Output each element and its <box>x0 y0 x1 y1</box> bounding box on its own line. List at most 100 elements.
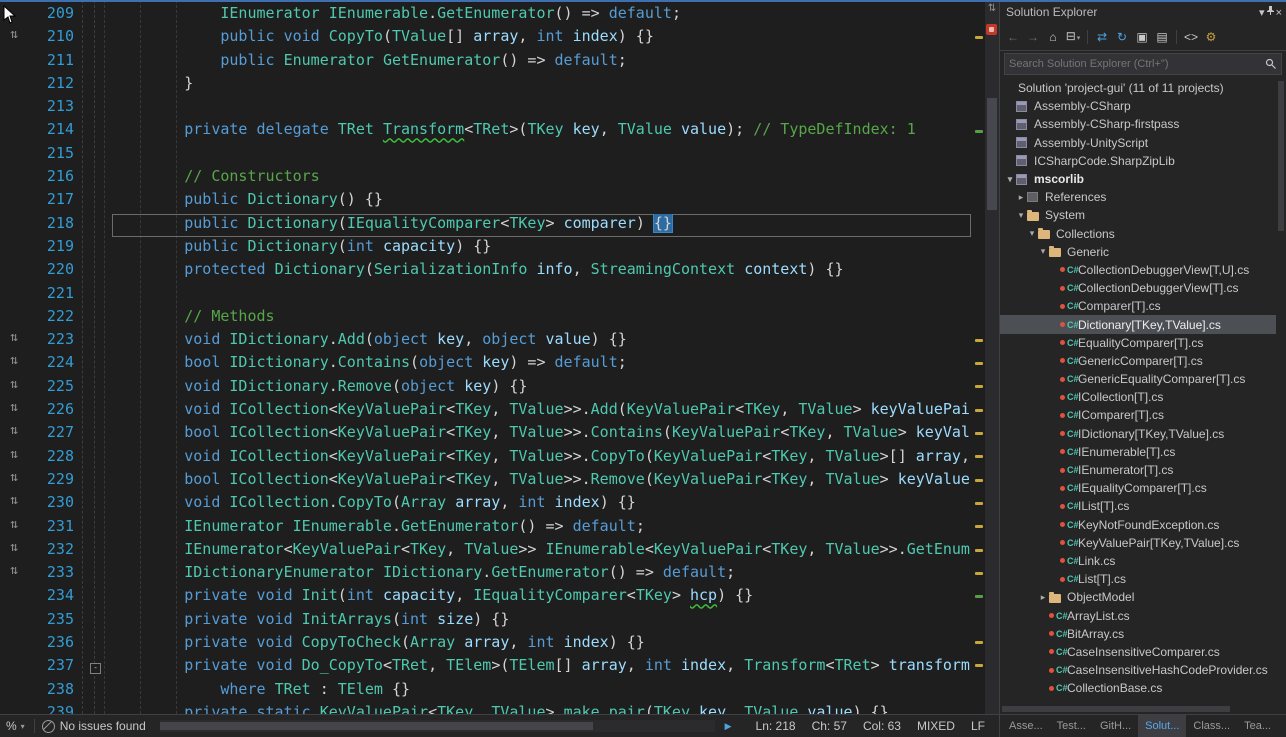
code-line[interactable]: 221 <box>0 284 971 307</box>
tree-item-file[interactable]: C#ICollection[T].cs <box>1000 388 1286 406</box>
member-indicator-icon[interactable]: ⇅ <box>0 563 28 586</box>
tree-item-folder[interactable]: ▸ObjectModel <box>1000 588 1286 606</box>
code-line[interactable]: 218 public Dictionary(IEqualityComparer<… <box>0 214 971 237</box>
code-text[interactable]: private void CopyToCheck(Array array, in… <box>112 633 971 656</box>
panel-title-bar[interactable]: Solution Explorer ▾× <box>1000 0 1286 24</box>
tree-item-file[interactable]: C#ArrayList.cs <box>1000 606 1286 624</box>
copy-icon[interactable]: ▣ <box>1133 27 1151 47</box>
code-text[interactable]: bool ICollection<KeyValuePair<TKey, TVal… <box>112 470 971 493</box>
gutter-margin[interactable] <box>0 307 28 330</box>
panel-vertical-scrollbar[interactable] <box>1276 77 1286 704</box>
member-indicator-icon[interactable]: ⇅ <box>0 353 28 376</box>
member-indicator-icon[interactable]: ⇅ <box>0 517 28 540</box>
code-line[interactable]: 238 where TRet : TElem {} <box>0 680 971 703</box>
pin-icon[interactable] <box>1265 7 1276 19</box>
options-wrench-icon[interactable]: ⚙ <box>1202 27 1220 47</box>
search-input[interactable] <box>1005 58 1265 70</box>
member-indicator-icon[interactable]: ⇅ <box>0 27 28 50</box>
close-icon[interactable]: × <box>1276 7 1282 19</box>
tool-window-tab[interactable]: Test... <box>1050 715 1093 737</box>
code-text[interactable]: private delegate TRet Transform<TRet>(TK… <box>112 120 971 143</box>
split-editor-handle[interactable]: ⇅ <box>986 3 998 14</box>
tool-window-tab[interactable]: Tea... <box>1237 715 1278 737</box>
code-text[interactable]: public Dictionary() {} <box>112 190 971 213</box>
code-line[interactable]: 212 } <box>0 74 971 97</box>
issues-status[interactable]: No issues found <box>60 719 146 733</box>
scroll-right-arrow-icon[interactable]: ▶ <box>725 721 732 732</box>
code-line[interactable]: ⇅228 void ICollection<KeyValuePair<TKey,… <box>0 447 971 470</box>
tool-window-tab[interactable]: Solut... <box>1138 715 1186 737</box>
gutter-margin[interactable] <box>0 703 28 714</box>
code-text[interactable]: // Constructors <box>112 167 971 190</box>
code-line[interactable]: 236 private void CopyToCheck(Array array… <box>0 633 971 656</box>
gutter-margin[interactable] <box>0 120 28 143</box>
tree-item-folder[interactable]: ▾Generic <box>1000 243 1286 261</box>
member-indicator-icon[interactable]: ⇅ <box>0 540 28 563</box>
code-line[interactable]: 239 private static KeyValuePair<TKey, TV… <box>0 703 971 714</box>
code-line[interactable]: ⇅227 bool ICollection<KeyValuePair<TKey,… <box>0 423 971 446</box>
code-line[interactable]: ⇅231 IEnumerator IEnumerable.GetEnumerat… <box>0 517 971 540</box>
tree-item-file[interactable]: C#CollectionBase.cs <box>1000 679 1286 697</box>
gutter-margin[interactable] <box>0 144 28 167</box>
code-line[interactable]: ⇅225 void IDictionary.Remove(object key)… <box>0 377 971 400</box>
code-text[interactable]: void ICollection<KeyValuePair<TKey, TVal… <box>112 447 971 470</box>
code-text[interactable]: IEnumerator IEnumerable.GetEnumerator() … <box>112 4 971 27</box>
collapse-all-icon[interactable]: ⊟▾ <box>1064 26 1082 49</box>
tree-item-file[interactable]: C#Link.cs <box>1000 552 1286 570</box>
member-indicator-icon[interactable]: ⇅ <box>0 377 28 400</box>
code-line[interactable]: ⇅224 bool IDictionary.Contains(object ke… <box>0 353 971 376</box>
tree-item-folder[interactable]: ▾Collections <box>1000 225 1286 243</box>
code-text[interactable]: // Methods <box>112 307 971 330</box>
gutter-margin[interactable] <box>0 97 28 120</box>
member-indicator-icon[interactable]: ⇅ <box>0 447 28 470</box>
member-indicator-icon[interactable]: ⇅ <box>0 400 28 423</box>
code-text[interactable]: where TRet : TElem {} <box>112 680 971 703</box>
tree-item-file[interactable]: C#GenericComparer[T].cs <box>1000 352 1286 370</box>
tool-window-tab[interactable]: Class... <box>1186 715 1237 737</box>
tree-item-file[interactable]: C#IEnumerable[T].cs <box>1000 443 1286 461</box>
sync-with-active-document-icon[interactable]: ⇄ <box>1093 27 1111 47</box>
tree-item-file[interactable]: C#CollectionDebuggerView[T].cs <box>1000 279 1286 297</box>
code-text[interactable]: public void CopyTo(TValue[] array, int i… <box>112 27 971 50</box>
code-text[interactable]: bool ICollection<KeyValuePair<TKey, TVal… <box>112 423 971 446</box>
code-line[interactable]: 219 public Dictionary(int capacity) {} <box>0 237 971 260</box>
chevron-expanded-icon[interactable]: ▾ <box>1015 210 1027 221</box>
code-line[interactable]: ⇅229 bool ICollection<KeyValuePair<TKey,… <box>0 470 971 493</box>
member-indicator-icon[interactable]: ⇅ <box>0 470 28 493</box>
code-editor[interactable]: 209 IEnumerator IEnumerable.GetEnumerato… <box>0 0 999 714</box>
gutter-margin[interactable] <box>0 633 28 656</box>
fold-margin[interactable]: - <box>82 656 112 679</box>
code-text[interactable]: void ICollection.CopyTo(Array array, int… <box>112 493 971 516</box>
gutter-margin[interactable] <box>0 51 28 74</box>
gutter-margin[interactable] <box>0 214 28 237</box>
tree-item-file[interactable]: C#CaseInsensitiveHashCodeProvider.cs <box>1000 661 1286 679</box>
code-line[interactable]: 222 // Methods <box>0 307 971 330</box>
code-line[interactable]: ⇅232 IEnumerator<KeyValuePair<TKey, TVal… <box>0 540 971 563</box>
tree-item-file[interactable]: C#IList[T].cs <box>1000 497 1286 515</box>
code-text[interactable] <box>112 144 971 167</box>
tree-item-file[interactable]: C#CaseInsensitiveComparer.cs <box>1000 643 1286 661</box>
gutter-margin[interactable] <box>0 167 28 190</box>
tree-item-assembly[interactable]: ICSharpCode.SharpZipLib <box>1000 152 1286 170</box>
chevron-expanded-icon[interactable]: ▾ <box>1037 246 1049 257</box>
editor-vertical-scrollbar[interactable] <box>985 0 999 714</box>
chevron-collapsed-icon[interactable]: ▸ <box>1037 592 1049 603</box>
code-text[interactable] <box>112 284 971 307</box>
search-box[interactable] <box>1004 53 1282 75</box>
code-text[interactable]: IEnumerator IEnumerable.GetEnumerator() … <box>112 517 971 540</box>
code-line[interactable]: 215 <box>0 144 971 167</box>
code-text[interactable]: IEnumerator<KeyValuePair<TKey, TValue>> … <box>112 540 971 563</box>
code-line[interactable]: ⇅210 public void CopyTo(TValue[] array, … <box>0 27 971 50</box>
member-indicator-icon[interactable]: ⇅ <box>0 423 28 446</box>
code-text[interactable]: public Dictionary(int capacity) {} <box>112 237 971 260</box>
tree-item-file[interactable]: C#KeyNotFoundException.cs <box>1000 516 1286 534</box>
tree-item-file[interactable]: C#GenericEqualityComparer[T].cs <box>1000 370 1286 388</box>
member-indicator-icon[interactable]: ⇅ <box>0 330 28 353</box>
tree-item-file[interactable]: C#KeyValuePair[TKey,TValue].cs <box>1000 534 1286 552</box>
code-text[interactable]: void IDictionary.Add(object key, object … <box>112 330 971 353</box>
tree-item-file[interactable]: C#Dictionary[TKey,TValue].cs <box>1000 315 1286 333</box>
gutter-margin[interactable] <box>0 260 28 283</box>
properties-icon[interactable]: ▤ <box>1153 27 1171 47</box>
tree-item-file[interactable]: C#IDictionary[TKey,TValue].cs <box>1000 425 1286 443</box>
code-line[interactable]: 235 private void InitArrays(int size) {} <box>0 610 971 633</box>
